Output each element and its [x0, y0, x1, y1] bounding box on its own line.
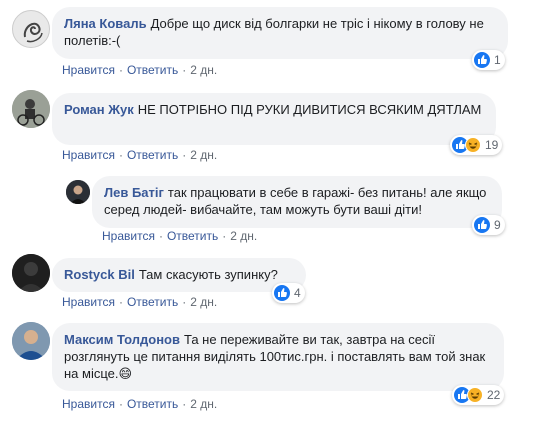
- comment-author[interactable]: Ляна Коваль: [64, 16, 147, 31]
- comment-timestamp[interactable]: 2 дн.: [190, 295, 217, 309]
- reaction-summary[interactable]: 9: [472, 215, 505, 235]
- haha-icon: [467, 387, 483, 403]
- comment-actions: Нравится · Ответить · 2 дн.: [62, 63, 218, 77]
- like-button[interactable]: Нравится: [102, 229, 155, 243]
- comment-author[interactable]: Максим Толдонов: [64, 332, 180, 347]
- comment-timestamp[interactable]: 2 дн.: [190, 63, 217, 77]
- haha-icon: [465, 137, 481, 153]
- comment-bubble: Rostyck Bil Там скасують зупинку?: [52, 258, 306, 292]
- comment-author[interactable]: Лев Батіг: [104, 185, 164, 200]
- like-icon: [274, 285, 290, 301]
- like-button[interactable]: Нравится: [62, 295, 115, 309]
- comment-actions: Нравится · Ответить · 2 дн.: [62, 397, 218, 411]
- avatar[interactable]: [12, 10, 50, 48]
- reaction-count: 4: [294, 286, 301, 300]
- comment-bubble: Лев Батіг так працювати в себе в гаражі- …: [92, 176, 502, 228]
- dark-silhouette-icon: [12, 254, 50, 292]
- comment-bubble: Роман Жук НЕ ПОТРІБНО ПІД РУКИ ДИВИТИСЯ В…: [52, 93, 496, 145]
- avatar[interactable]: [12, 322, 50, 360]
- comment-author[interactable]: Роман Жук: [64, 102, 134, 117]
- like-button[interactable]: Нравится: [62, 63, 115, 77]
- reaction-count: 1: [494, 53, 501, 67]
- reaction-count: 9: [494, 218, 501, 232]
- reaction-count: 22: [487, 388, 501, 402]
- person-photo-icon: [12, 90, 50, 128]
- comment-bubble: Максим Толдонов Та не переживайте ви так,…: [52, 323, 504, 391]
- reaction-summary[interactable]: 4: [272, 283, 305, 303]
- reply-button[interactable]: Ответить: [167, 229, 218, 243]
- like-icon: [474, 217, 490, 233]
- curl-logo-icon: [23, 22, 43, 43]
- comment-bubble: Ляна Коваль Добре що диск від болгарки не…: [52, 7, 508, 59]
- avatar[interactable]: [12, 254, 50, 292]
- like-button[interactable]: Нравится: [62, 397, 115, 411]
- avatar[interactable]: [12, 90, 50, 128]
- smile-emoji: 😄: [118, 366, 133, 381]
- like-button[interactable]: Нравится: [62, 148, 115, 162]
- reply-button[interactable]: Ответить: [127, 63, 178, 77]
- comment-actions: Нравится · Ответить · 2 дн.: [62, 148, 218, 162]
- like-icon: [474, 52, 490, 68]
- avatar[interactable]: [66, 180, 90, 204]
- reaction-summary[interactable]: 1: [472, 50, 505, 70]
- comment-timestamp[interactable]: 2 дн.: [230, 229, 257, 243]
- comment-author[interactable]: Rostyck Bil: [64, 267, 135, 282]
- person-photo-icon: [66, 180, 90, 204]
- comment-timestamp[interactable]: 2 дн.: [190, 397, 217, 411]
- reaction-count: 19: [485, 138, 499, 152]
- reaction-summary[interactable]: 22: [452, 385, 505, 405]
- comment-timestamp[interactable]: 2 дн.: [190, 148, 217, 162]
- reaction-summary[interactable]: 19: [450, 135, 503, 155]
- comment-text: НЕ ПОТРІБНО ПІД РУКИ ДИВИТИСЯ ВСЯКИМ ДЯТ…: [137, 102, 482, 117]
- reply-button[interactable]: Ответить: [127, 148, 178, 162]
- reply-button[interactable]: Ответить: [127, 397, 178, 411]
- comment-actions: Нравится · Ответить · 2 дн.: [62, 295, 218, 309]
- reply-button[interactable]: Ответить: [127, 295, 178, 309]
- person-photo-icon: [12, 322, 50, 360]
- comment-text: Там скасують зупинку?: [138, 267, 278, 282]
- comment-actions: Нравится · Ответить · 2 дн.: [102, 229, 258, 243]
